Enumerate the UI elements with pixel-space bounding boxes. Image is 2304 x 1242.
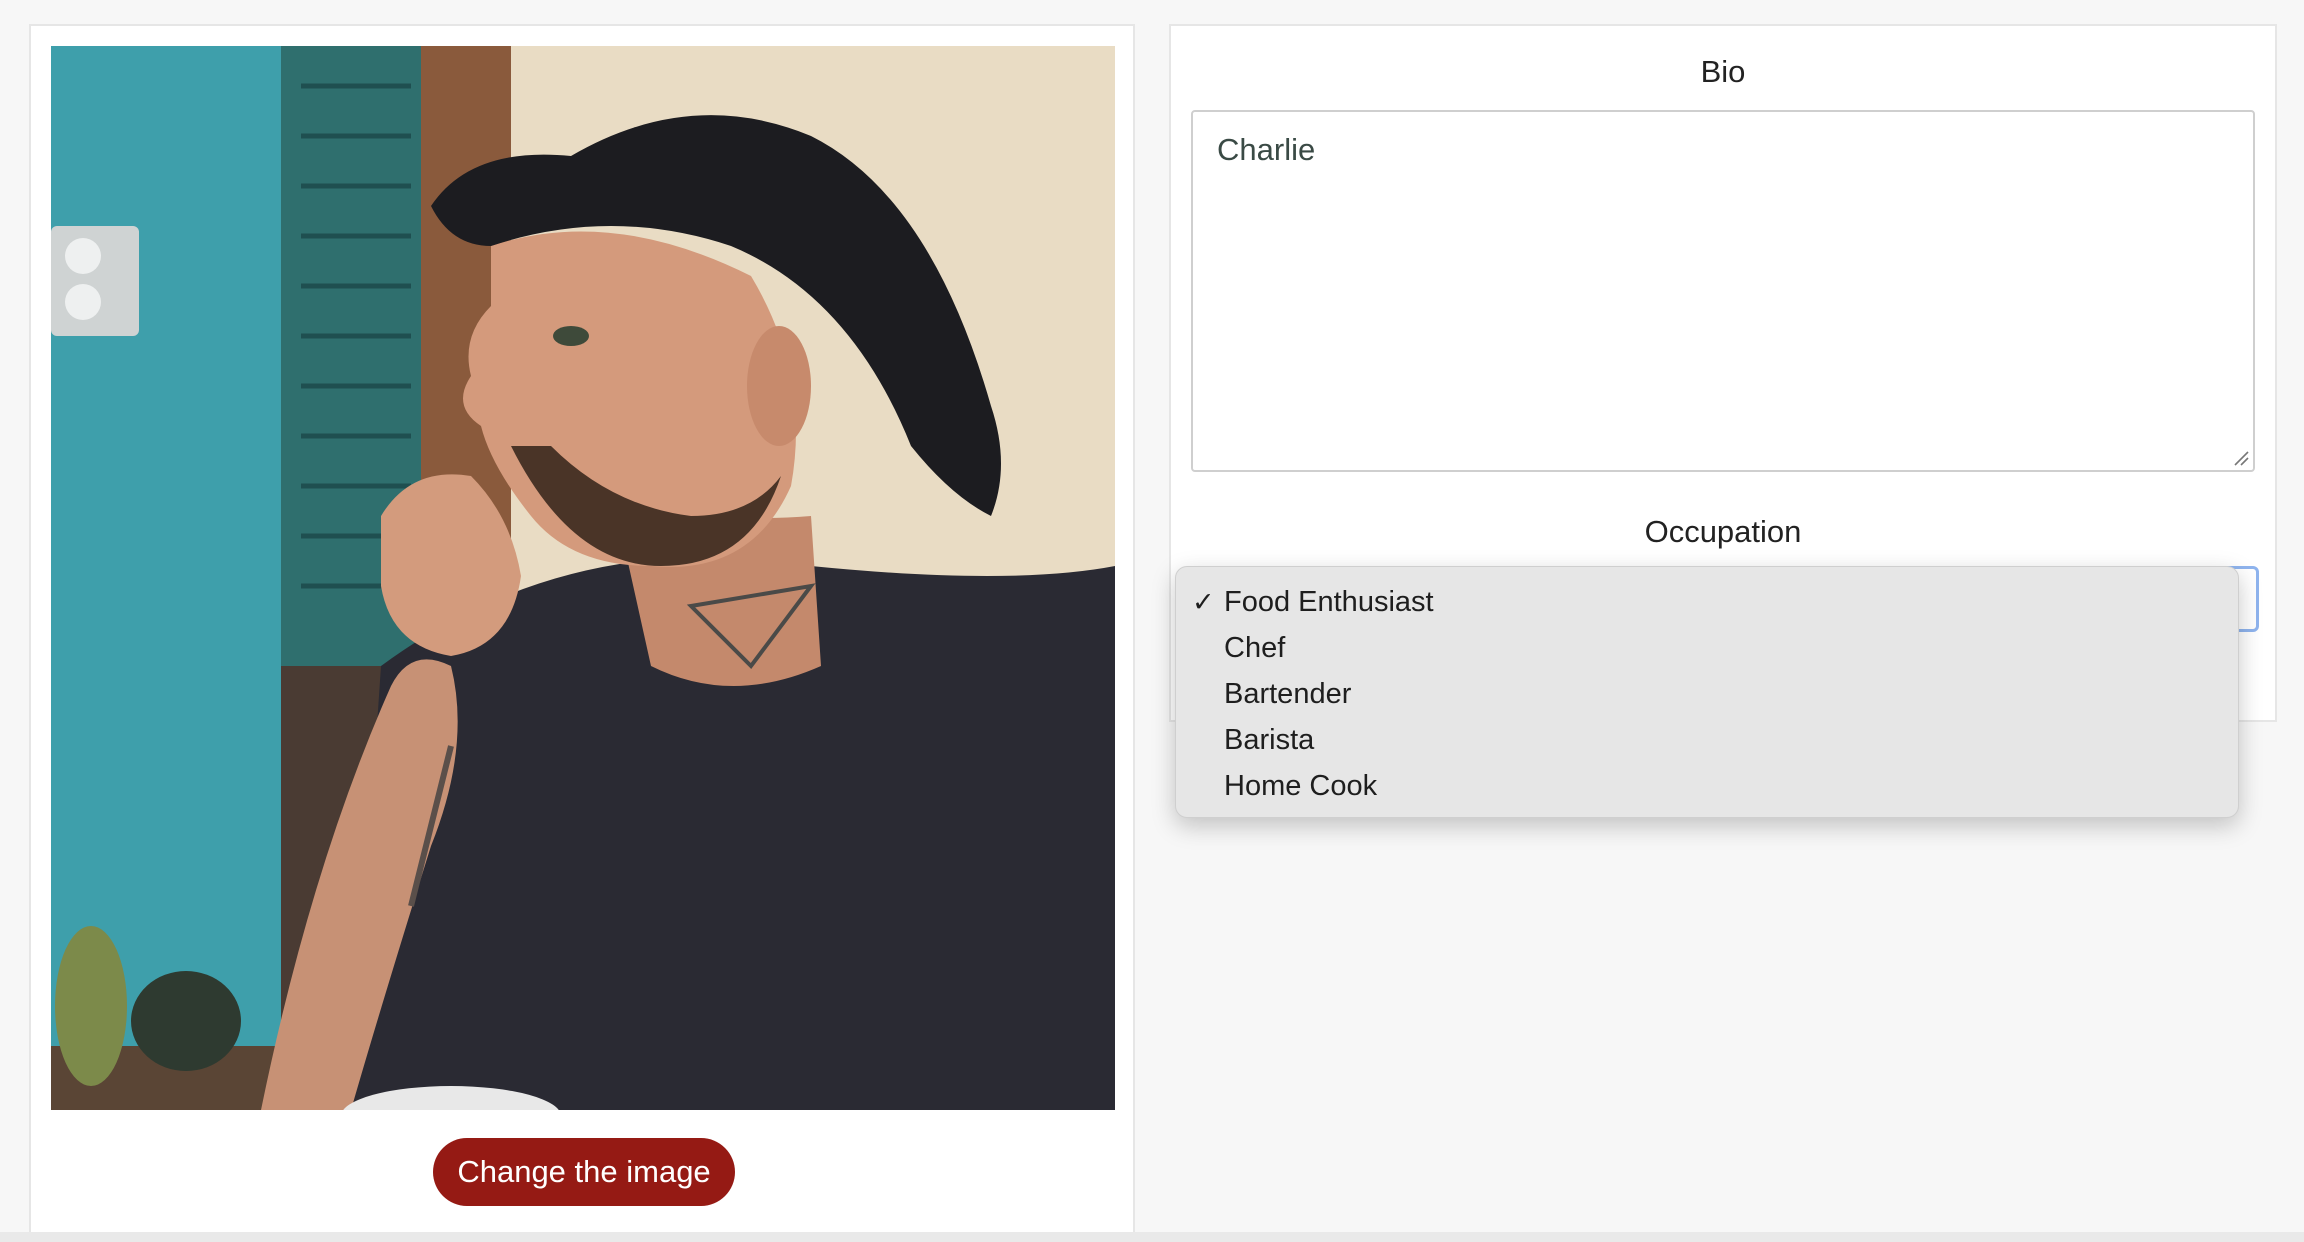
photo-card: Change the image bbox=[29, 24, 1135, 1242]
occupation-dropdown-menu: ✓ Food Enthusiast Chef Bartender Barista… bbox=[1175, 566, 2239, 818]
option-label: Barista bbox=[1224, 724, 1315, 756]
profile-edit-page: Change the image Bio Charlie Occupation … bbox=[0, 0, 2304, 1242]
option-label: Home Cook bbox=[1224, 770, 1378, 802]
occupation-option-home-cook[interactable]: Home Cook bbox=[1176, 763, 2238, 809]
bio-textarea[interactable]: Charlie bbox=[1191, 110, 2255, 472]
option-label: Food Enthusiast bbox=[1224, 586, 1434, 618]
occupation-option-chef[interactable]: Chef bbox=[1176, 625, 2238, 671]
occupation-option-barista[interactable]: Barista bbox=[1176, 717, 2238, 763]
bio-text: Charlie bbox=[1217, 132, 1316, 167]
option-label: Bartender bbox=[1224, 678, 1352, 710]
resize-grip-icon[interactable] bbox=[2233, 450, 2249, 466]
checkmark-icon: ✓ bbox=[1192, 587, 1215, 617]
option-label: Chef bbox=[1224, 632, 1286, 664]
bio-label: Bio bbox=[1700, 54, 1746, 89]
page-bottom-edge bbox=[0, 1232, 2304, 1242]
occupation-option-bartender[interactable]: Bartender bbox=[1176, 671, 2238, 717]
occupation-option-food-enthusiast[interactable]: ✓ Food Enthusiast bbox=[1176, 579, 2238, 625]
change-image-button[interactable]: Change the image bbox=[433, 1138, 735, 1206]
occupation-label: Occupation bbox=[1644, 514, 1802, 549]
profile-photo bbox=[51, 46, 1115, 1110]
